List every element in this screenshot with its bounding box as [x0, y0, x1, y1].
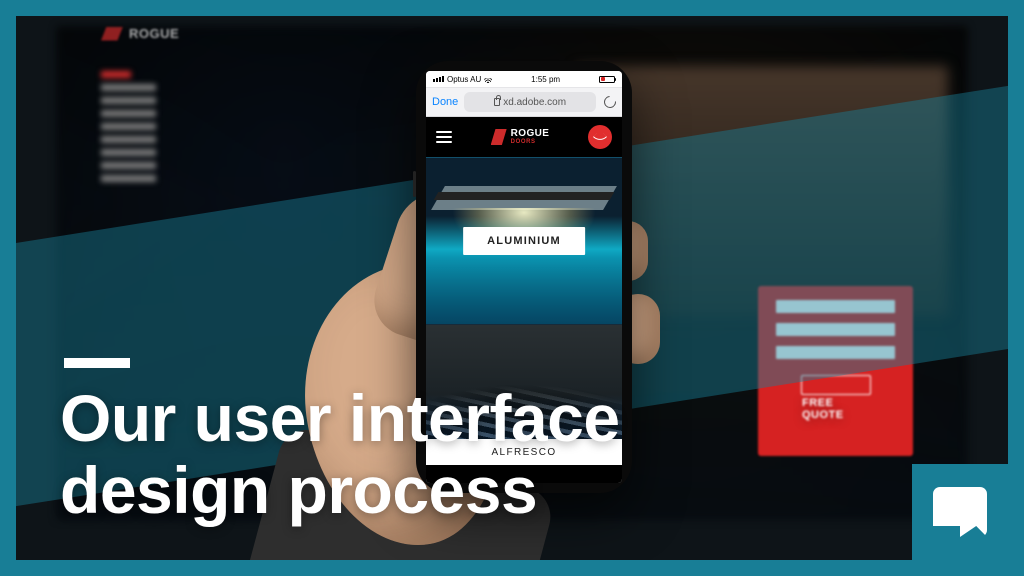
- hamburger-menu-icon[interactable]: [436, 131, 452, 143]
- reload-icon[interactable]: [602, 94, 619, 111]
- lock-icon: [494, 98, 500, 106]
- safari-url-field[interactable]: xd.adobe.com: [464, 92, 596, 112]
- site-brand: ROGUE DOORS: [491, 129, 550, 145]
- thumbnail-frame: ROGUE FREE QUOTE: [0, 0, 1024, 576]
- nav-item: [101, 149, 156, 156]
- ios-status-bar: Optus AU 1:55 pm: [426, 71, 622, 87]
- quote-form-field: [776, 323, 895, 336]
- phone-icon: [593, 130, 607, 144]
- nav-item: [101, 84, 156, 91]
- quote-form-field: [776, 300, 895, 313]
- nav-item: [101, 71, 131, 78]
- nav-item: [101, 97, 156, 104]
- blurred-nav-menu: [101, 71, 156, 182]
- brand-name-top: ROGUE: [511, 129, 550, 139]
- carrier-label: Optus AU: [447, 75, 481, 84]
- signal-icon: [433, 76, 444, 82]
- safari-url-text: xd.adobe.com: [503, 97, 566, 108]
- corner-brand-badge: [912, 464, 1008, 560]
- nav-item: [101, 110, 156, 117]
- nav-item: [101, 162, 156, 169]
- nav-item: [101, 123, 156, 130]
- title-accent-bar: [64, 358, 130, 368]
- call-button[interactable]: [588, 125, 612, 149]
- brand-mark-icon: [491, 129, 507, 145]
- status-time: 1:55 pm: [531, 75, 560, 84]
- brand-flag-icon: [933, 487, 987, 537]
- safari-url-bar: Done xd.adobe.com: [426, 87, 622, 117]
- safari-done-button[interactable]: Done: [432, 96, 458, 108]
- quote-form-field: [776, 346, 895, 359]
- category-card-aluminium[interactable]: ALUMINIUM: [426, 157, 622, 325]
- thumbnail-title: Our user interface design process: [60, 383, 808, 526]
- nav-item: [101, 136, 156, 143]
- desktop-logo-text: ROGUE: [129, 26, 179, 41]
- category-label: ALUMINIUM: [463, 227, 585, 255]
- nav-item: [101, 175, 156, 182]
- mobile-site-header: ROGUE DOORS: [426, 117, 622, 157]
- brand-name-bottom: DOORS: [511, 139, 550, 145]
- photo-area: ROGUE FREE QUOTE: [16, 16, 1008, 560]
- desktop-site-logo: ROGUE: [101, 26, 179, 41]
- logo-mark-icon: [101, 27, 123, 41]
- phone-side-button: [413, 171, 416, 197]
- quote-form-submit: [801, 375, 871, 395]
- wifi-icon: [484, 75, 492, 83]
- battery-icon: [599, 76, 615, 83]
